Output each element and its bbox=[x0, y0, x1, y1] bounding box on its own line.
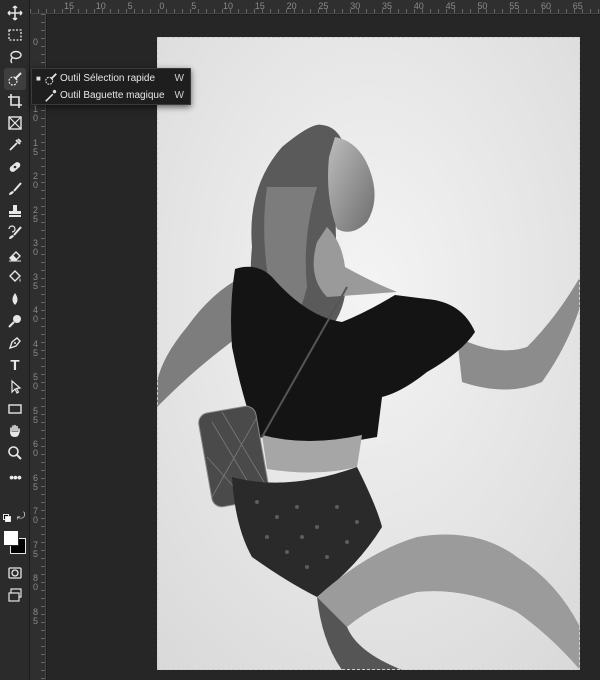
hand-tool[interactable] bbox=[4, 420, 26, 442]
dodge-tool[interactable] bbox=[4, 310, 26, 332]
ruler-left-label: 80 bbox=[33, 573, 39, 592]
more-tools-icon: ••• bbox=[9, 469, 22, 485]
tools-panel: T ••• ⤾ bbox=[0, 0, 30, 680]
ruler-left-label: 40 bbox=[33, 305, 39, 324]
crop-icon bbox=[8, 94, 22, 108]
tool-flyout-menu: ■ Outil Sélection rapide W Outil Baguett… bbox=[31, 68, 191, 105]
ruler-left-label: 60 bbox=[33, 439, 39, 458]
ruler-top-label: 30 bbox=[350, 1, 361, 11]
ruler-top-label: 50 bbox=[477, 1, 488, 11]
frame-icon bbox=[8, 116, 22, 130]
brush-tool[interactable] bbox=[4, 178, 26, 200]
ruler-top-label: 60 bbox=[541, 1, 552, 11]
blur-tool[interactable] bbox=[4, 288, 26, 310]
vertical-ruler[interactable]: 0510152025303540455055606570758085 bbox=[30, 14, 46, 680]
zoom-icon bbox=[8, 446, 22, 460]
healing-brush-icon bbox=[9, 162, 21, 172]
ruler-top-label: 15 bbox=[64, 1, 75, 11]
ruler-top-label: 10 bbox=[95, 1, 106, 11]
move-tool[interactable] bbox=[4, 2, 26, 24]
ruler-left-label: 30 bbox=[33, 238, 39, 257]
quick-selection-tool[interactable] bbox=[4, 68, 26, 90]
eraser-icon bbox=[9, 251, 21, 262]
ruler-top-label: 0 bbox=[159, 1, 165, 11]
flyout-item-quick-selection[interactable]: ■ Outil Sélection rapide W bbox=[32, 70, 190, 87]
paint-bucket-tool[interactable] bbox=[4, 266, 26, 288]
paint-bucket-icon bbox=[9, 270, 21, 282]
history-brush-icon bbox=[8, 225, 22, 239]
flyout-item-shortcut: W bbox=[174, 90, 184, 101]
magic-wand-icon bbox=[45, 89, 57, 102]
ruler-left-label: 85 bbox=[33, 606, 39, 626]
crop-tool[interactable] bbox=[4, 90, 26, 112]
pen-tool[interactable] bbox=[4, 332, 26, 354]
history-brush-tool[interactable] bbox=[4, 222, 26, 244]
ruler-top-label: 45 bbox=[445, 1, 456, 11]
ruler-top-label: 55 bbox=[509, 1, 520, 11]
ruler-top-label: 35 bbox=[382, 1, 393, 11]
brush-icon bbox=[9, 182, 22, 195]
ruler-left-label: 35 bbox=[33, 271, 39, 291]
dodge-icon bbox=[8, 315, 21, 328]
horizontal-ruler[interactable]: 15 10 5 0 5 10 15 20 25 30 35 40 45 50 55 60 65 bbox=[30, 0, 600, 14]
hand-icon bbox=[10, 424, 20, 437]
ruler-left-label: 25 bbox=[33, 204, 39, 224]
screen-mode-button[interactable] bbox=[4, 584, 26, 606]
swap-colors-icon[interactable]: ⤾ bbox=[17, 512, 27, 522]
ruler-top-label: 5 bbox=[191, 1, 197, 11]
image-canvas[interactable] bbox=[157, 37, 580, 670]
ruler-top-label: 20 bbox=[286, 1, 297, 11]
ruler-top-label: 5 bbox=[127, 1, 133, 11]
flyout-item-label: Outil Sélection rapide bbox=[60, 73, 156, 84]
path-selection-icon bbox=[11, 379, 22, 394]
more-tools-button[interactable]: ••• bbox=[4, 466, 26, 488]
ruler-top-label: 10 bbox=[223, 1, 234, 11]
ruler-left-label: 75 bbox=[33, 539, 39, 559]
ruler-left-label: 50 bbox=[33, 372, 39, 391]
quick-selection-icon bbox=[8, 72, 22, 86]
ruler-left-label: 55 bbox=[33, 405, 39, 425]
screen-mode-icon bbox=[8, 588, 22, 602]
ruler-left-label: 70 bbox=[33, 506, 39, 525]
foreground-color-swatch[interactable] bbox=[3, 530, 19, 546]
path-selection-tool[interactable] bbox=[4, 376, 26, 398]
ruler-left-label: 15 bbox=[33, 137, 39, 157]
lasso-tool[interactable] bbox=[4, 46, 26, 68]
move-icon bbox=[7, 5, 23, 21]
eyedropper-icon bbox=[9, 138, 22, 151]
ruler-top-label: 40 bbox=[413, 1, 424, 11]
ruler-top-label: 65 bbox=[572, 1, 583, 11]
healing-brush-tool[interactable] bbox=[4, 156, 26, 178]
rectangle-shape-icon bbox=[8, 404, 22, 414]
photo-woman-dancing bbox=[157, 37, 580, 670]
ruler-left-label: 20 bbox=[33, 171, 39, 190]
type-tool[interactable]: T bbox=[4, 354, 26, 376]
quick-selection-icon bbox=[45, 72, 57, 85]
clone-stamp-tool[interactable] bbox=[4, 200, 26, 222]
eraser-tool[interactable] bbox=[4, 244, 26, 266]
ruler-left-label: 65 bbox=[33, 472, 39, 492]
flyout-item-shortcut: W bbox=[174, 73, 184, 84]
pen-icon bbox=[8, 337, 21, 350]
ruler-top-label: 25 bbox=[318, 1, 329, 11]
rectangle-tool[interactable] bbox=[4, 398, 26, 420]
default-colors-icon[interactable] bbox=[3, 514, 11, 522]
blur-icon bbox=[12, 293, 18, 305]
ruler-left-label: 45 bbox=[33, 338, 39, 358]
zoom-tool[interactable] bbox=[4, 442, 26, 464]
rectangular-marquee-tool[interactable] bbox=[4, 24, 26, 46]
clone-stamp-icon bbox=[9, 205, 21, 217]
rectangular-marquee-icon bbox=[8, 29, 22, 41]
quick-mask-button[interactable] bbox=[4, 562, 26, 584]
frame-tool[interactable] bbox=[4, 112, 26, 134]
flyout-item-label: Outil Baguette magique bbox=[60, 90, 165, 101]
lasso-icon bbox=[10, 50, 22, 64]
ruler-left-label: 10 bbox=[33, 104, 39, 123]
ruler-top-label: 15 bbox=[254, 1, 265, 11]
flyout-item-magic-wand[interactable]: Outil Baguette magique W bbox=[32, 87, 190, 104]
quick-mask-icon bbox=[8, 567, 22, 579]
eyedropper-tool[interactable] bbox=[4, 134, 26, 156]
type-icon: T bbox=[10, 356, 20, 374]
ruler-left-label: 0 bbox=[33, 37, 39, 47]
